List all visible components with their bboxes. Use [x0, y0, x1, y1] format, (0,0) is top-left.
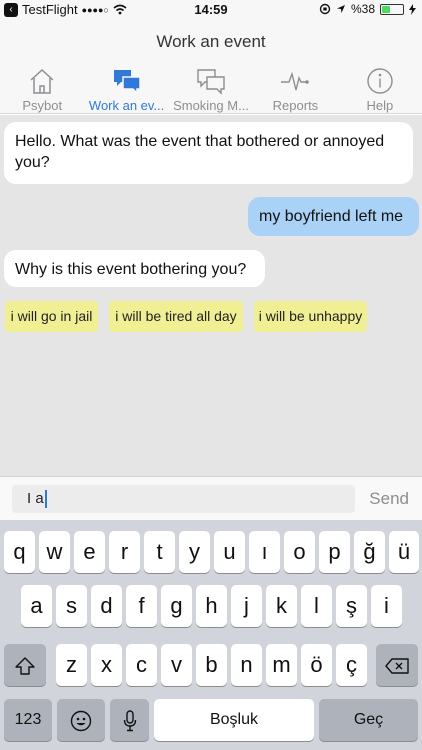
battery-icon	[380, 3, 404, 15]
key-u-umlaut[interactable]: ü	[389, 531, 419, 573]
key-g-breve[interactable]: ğ	[354, 531, 385, 573]
key-o[interactable]: o	[284, 531, 315, 573]
battery-percent: %38	[350, 2, 375, 16]
key-p[interactable]: p	[319, 531, 350, 573]
key-s[interactable]: s	[56, 585, 87, 627]
key-i[interactable]: i	[371, 585, 402, 627]
info-icon	[367, 68, 393, 94]
key-z[interactable]: z	[56, 644, 87, 686]
microphone-icon	[123, 710, 136, 732]
key-l[interactable]: l	[301, 585, 332, 627]
shift-key[interactable]	[4, 644, 46, 686]
chat-area[interactable]: Hello. What was the event that bothered …	[0, 115, 422, 476]
key-c-cedilla[interactable]: ç	[336, 644, 367, 686]
tab-label: Reports	[272, 98, 319, 113]
status-bar: ‹ TestFlight ●●●●○ 14:59 %38	[0, 0, 422, 20]
key-t[interactable]: t	[144, 531, 175, 573]
tab-label: Psybot	[22, 98, 63, 113]
bot-message: Hello. What was the event that bothered …	[4, 122, 413, 184]
backspace-icon	[385, 658, 409, 674]
tab-reports[interactable]: Reports	[253, 64, 337, 113]
return-key[interactable]: Geç	[319, 699, 418, 741]
message-input[interactable]: I a	[12, 485, 355, 513]
key-b[interactable]: b	[196, 644, 227, 686]
keyboard: q w e r t y u ı o p ğ ü a s d f g h j k …	[0, 520, 422, 750]
charging-bolt-icon	[409, 3, 416, 15]
key-f[interactable]: f	[126, 585, 157, 627]
key-w[interactable]: w	[39, 531, 70, 573]
message-input-bar: I a Send	[0, 476, 422, 520]
key-h[interactable]: h	[196, 585, 227, 627]
tab-label: Work an ev...	[88, 98, 165, 113]
key-y[interactable]: y	[179, 531, 210, 573]
tab-smoking[interactable]: Smoking M...	[169, 64, 253, 113]
key-r[interactable]: r	[109, 531, 140, 573]
tab-label: Smoking M...	[173, 98, 249, 113]
backspace-key[interactable]	[376, 644, 418, 686]
key-u[interactable]: u	[214, 531, 245, 573]
home-icon	[30, 68, 54, 94]
key-c[interactable]: c	[126, 644, 157, 686]
key-dotless-i[interactable]: ı	[249, 531, 280, 573]
shift-arrow-icon	[15, 657, 35, 675]
key-e[interactable]: e	[74, 531, 105, 573]
tab-psybot[interactable]: Psybot	[0, 64, 84, 113]
status-right: %38	[319, 2, 416, 16]
key-s-cedilla[interactable]: ş	[336, 585, 367, 627]
user-message: my boyfriend left me	[248, 197, 419, 236]
tab-bar: Psybot Work an ev... Smoking M... Report…	[0, 64, 422, 114]
chat-outline-icon	[197, 69, 225, 95]
key-x[interactable]: x	[91, 644, 122, 686]
send-button[interactable]: Send	[369, 485, 409, 513]
input-text: I a	[27, 490, 44, 507]
emoji-key[interactable]	[57, 699, 105, 741]
tab-work-an-event[interactable]: Work an ev...	[84, 64, 168, 113]
key-a[interactable]: a	[21, 585, 52, 627]
key-j[interactable]: j	[231, 585, 262, 627]
text-caret	[44, 490, 47, 509]
tab-label: Help	[366, 98, 394, 113]
nav-header: Work an event	[0, 20, 422, 64]
key-g[interactable]: g	[161, 585, 192, 627]
space-key[interactable]: Boşluk	[154, 699, 314, 741]
emoji-icon	[70, 710, 92, 732]
numbers-key[interactable]: 123	[4, 699, 52, 741]
bot-message: Why is this event bothering you?	[4, 250, 265, 287]
key-q[interactable]: q	[4, 531, 35, 573]
quick-reply-tired[interactable]: i will be tired all day	[109, 301, 243, 332]
key-k[interactable]: k	[266, 585, 297, 627]
quick-reply-unhappy[interactable]: i will be unhappy	[254, 301, 367, 332]
location-arrow-icon	[336, 5, 345, 13]
key-d[interactable]: d	[91, 585, 122, 627]
battery-fill	[382, 5, 390, 13]
tab-help[interactable]: Help	[338, 64, 422, 113]
chat-bubbles-icon	[113, 70, 141, 95]
key-n[interactable]: n	[231, 644, 262, 686]
quick-reply-jail[interactable]: i will go in jail	[5, 301, 98, 332]
key-o-umlaut[interactable]: ö	[301, 644, 332, 686]
key-m[interactable]: m	[266, 644, 297, 686]
rotation-lock-icon	[319, 3, 331, 15]
key-v[interactable]: v	[161, 644, 192, 686]
heartbeat-icon	[281, 71, 310, 91]
page-title: Work an event	[156, 32, 266, 51]
dictation-key[interactable]	[110, 699, 149, 741]
